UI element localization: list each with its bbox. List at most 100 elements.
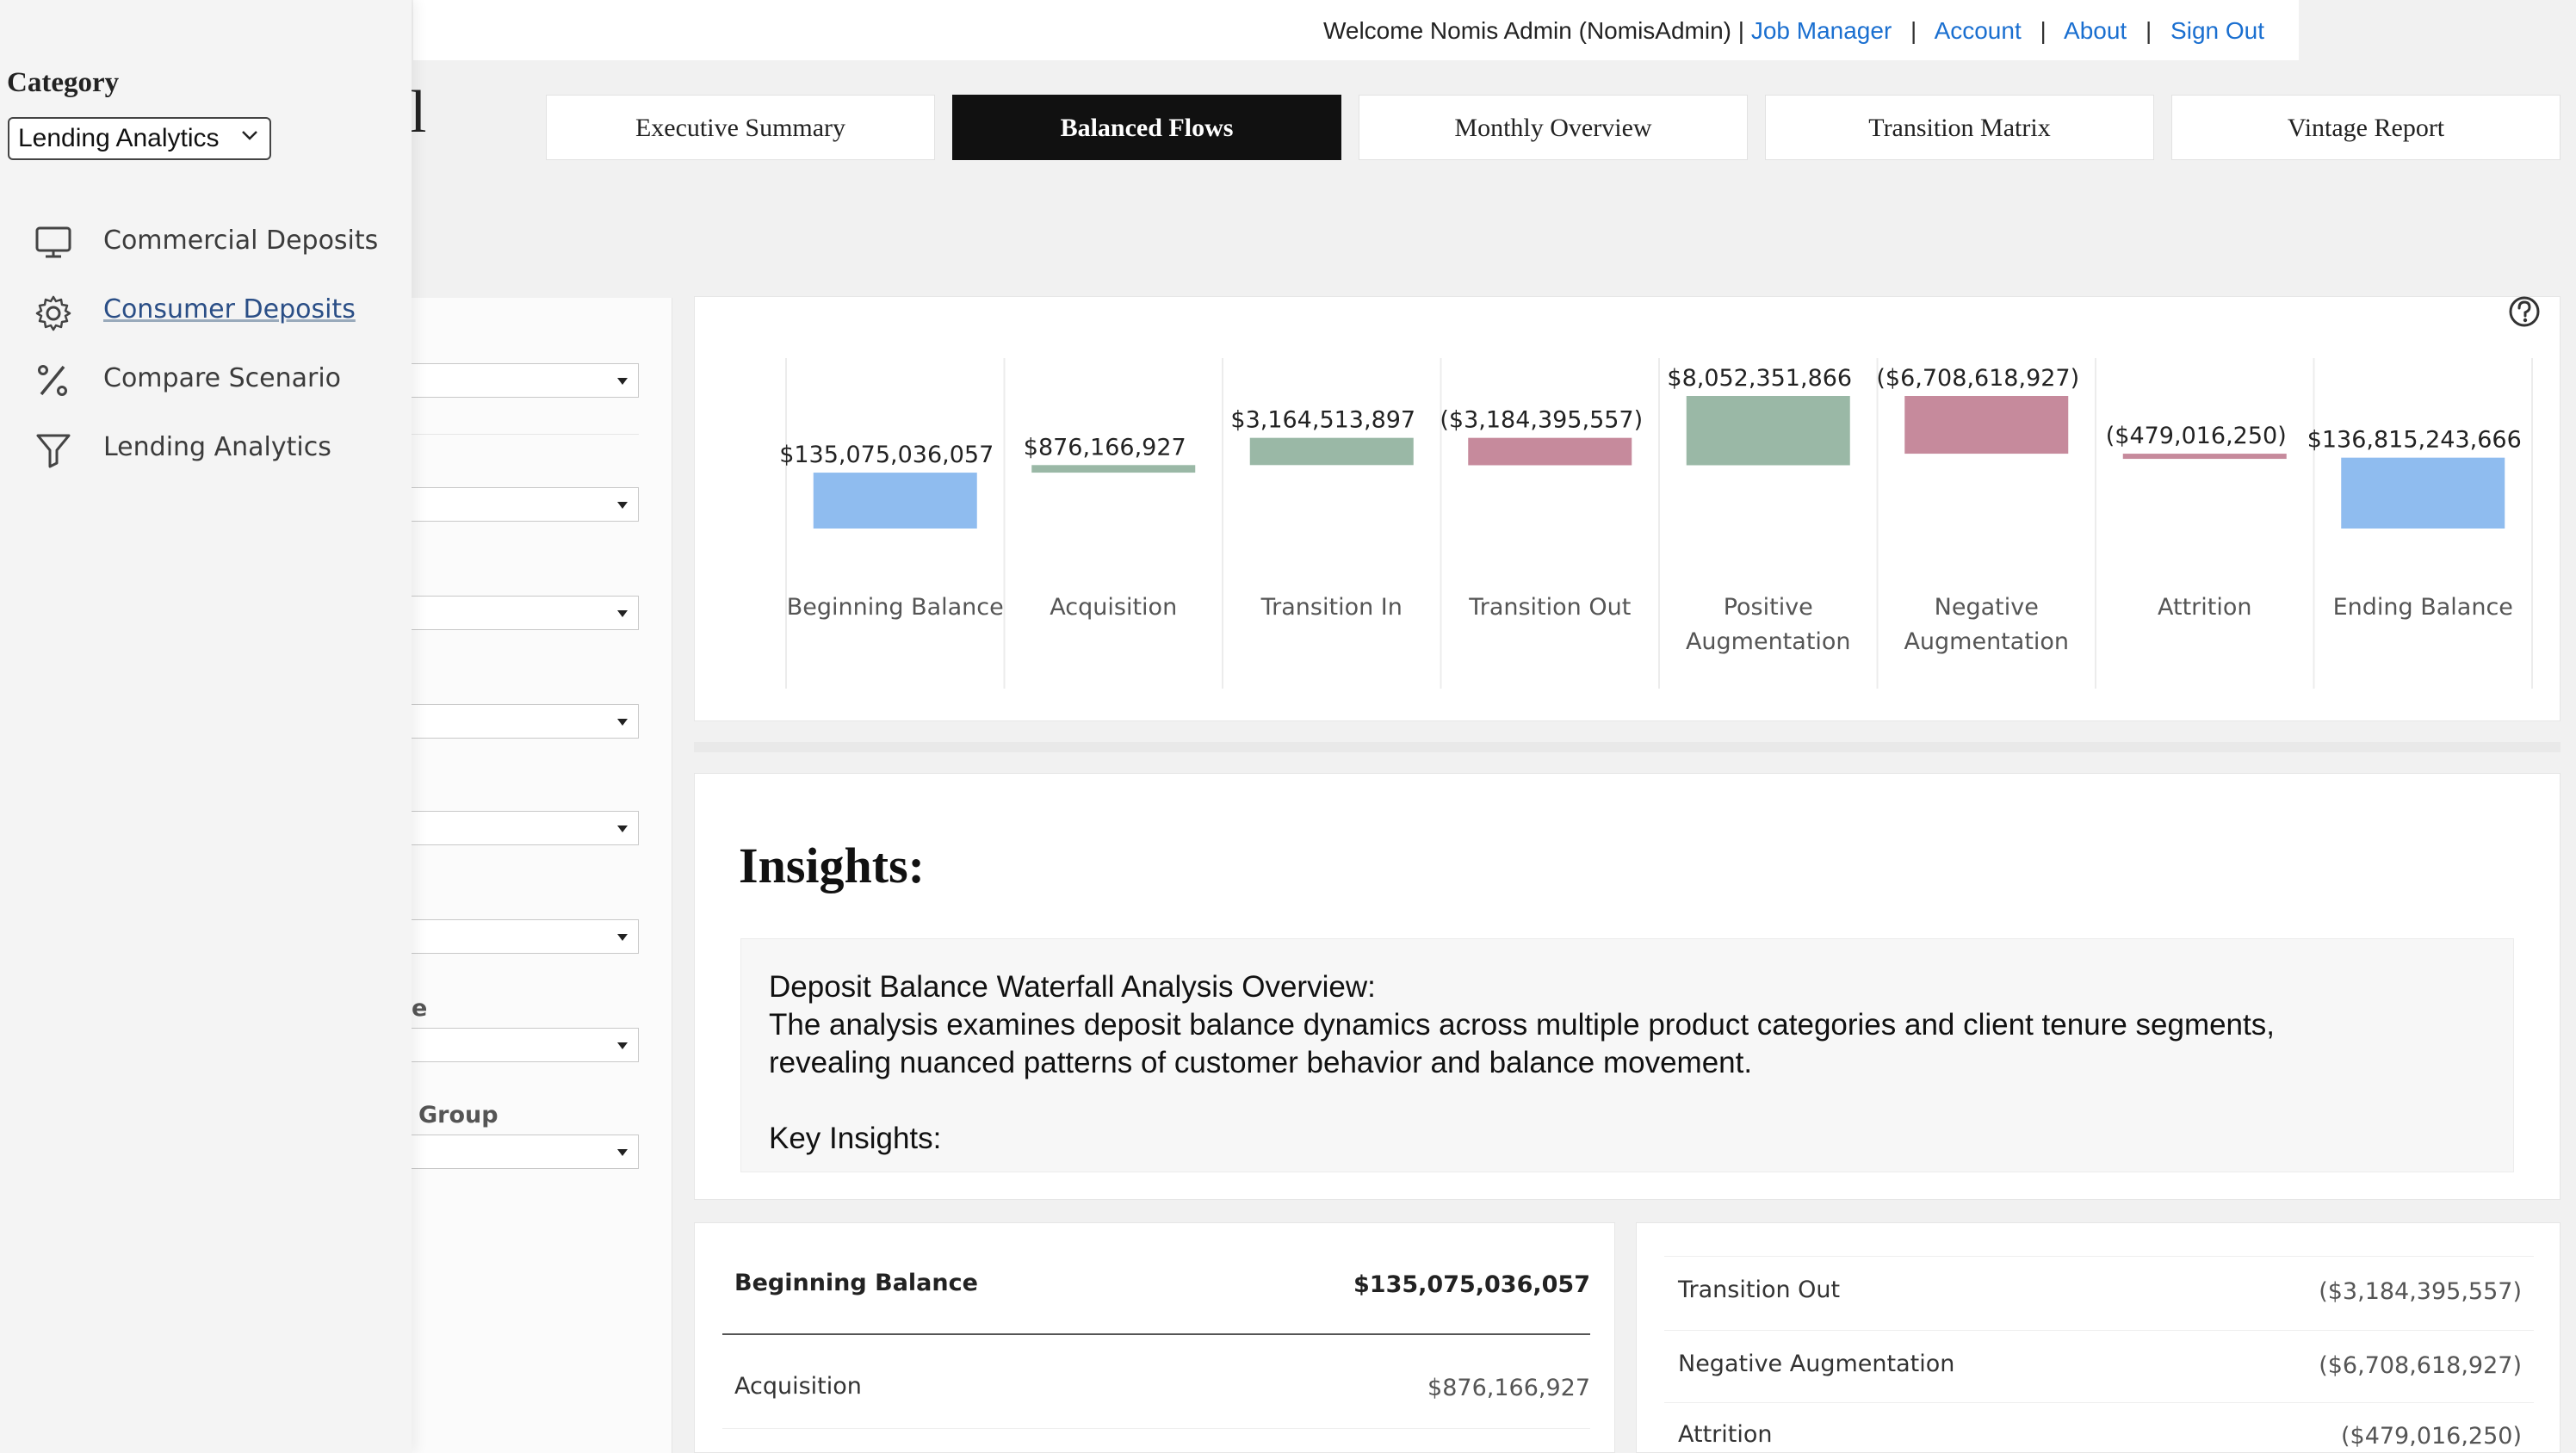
chart-bar	[1904, 396, 2068, 454]
insights-heading: Deposit Balance Waterfall Analysis Overv…	[769, 970, 1376, 1005]
table-row-label: Negative Augmentation	[1678, 1351, 1954, 1377]
sidebar-item-label: Commercial Deposits	[103, 226, 378, 256]
filter-panel	[412, 298, 672, 1453]
sidebar: Category Lending Analytics Commercial De…	[0, 0, 412, 1453]
chart-bar	[1687, 396, 1850, 466]
gear-icon	[34, 294, 72, 332]
chart-data-label: $876,166,927	[1024, 434, 1186, 461]
sign-out-link[interactable]: Sign Out	[2170, 17, 2264, 44]
tab-transition-matrix[interactable]: Transition Matrix	[1765, 95, 2154, 160]
insights-title: Insights:	[739, 837, 925, 894]
filter-icon	[34, 432, 72, 468]
chart-data-label: $135,075,036,057	[779, 442, 994, 468]
chart-bar	[2341, 458, 2505, 529]
table-row-value: $876,166,927	[1427, 1375, 1590, 1401]
filter-select[interactable]	[412, 704, 639, 739]
table-divider	[1664, 1402, 2534, 1403]
filter-select[interactable]	[412, 363, 639, 398]
category-label: Category	[7, 67, 119, 99]
dropdown-arrow-icon	[617, 934, 628, 941]
welcome-text: Welcome Nomis Admin (NomisAdmin) |	[1323, 17, 1744, 44]
filter-select[interactable]	[412, 919, 639, 954]
insights-paragraph-line-1: The analysis examines deposit balance dy…	[769, 1008, 2275, 1042]
chart-bar	[1031, 465, 1195, 473]
percent-icon	[34, 363, 72, 398]
table-divider	[1664, 1330, 2534, 1331]
job-manager-link[interactable]: Job Manager	[1751, 17, 1892, 44]
sidebar-item-label: Consumer Deposits	[103, 294, 356, 325]
sidebar-item-compare-scenario[interactable]: Compare Scenario	[34, 358, 396, 401]
chart-category-label: Beginning Balance	[787, 594, 1004, 621]
dropdown-arrow-icon	[617, 502, 628, 509]
filter-select[interactable]	[412, 487, 639, 522]
table-row-label: Beginning Balance	[734, 1270, 978, 1296]
tab-monthly-overview[interactable]: Monthly Overview	[1359, 95, 1748, 160]
chart-bar	[814, 473, 977, 529]
key-insights-heading: Key Insights:	[769, 1122, 941, 1156]
dropdown-arrow-icon	[617, 378, 628, 385]
table-row-value: $135,075,036,057	[1353, 1271, 1590, 1298]
dropdown-arrow-icon	[617, 610, 628, 617]
chart-bar	[1250, 438, 1414, 466]
insights-text-box[interactable]: Deposit Balance Waterfall Analysis Overv…	[740, 938, 2514, 1172]
chart-data-label: $8,052,351,866	[1667, 365, 1852, 392]
sidebar-item-label: Lending Analytics	[103, 432, 331, 462]
top-bar: Welcome Nomis Admin (NomisAdmin) | Job M…	[413, 0, 2299, 60]
chart-category-label: Augmentation	[1904, 628, 2069, 655]
filter-label-group: Group	[418, 1102, 498, 1128]
tab-vintage-report[interactable]: Vintage Report	[2171, 95, 2561, 160]
chevron-down-icon	[238, 124, 261, 146]
chart-category-label: Ending Balance	[2333, 594, 2513, 621]
table-row-label: Attrition	[1678, 1421, 1773, 1448]
summary-table-right: Transition Out ($3,184,395,557) Negative…	[1636, 1222, 2561, 1453]
chart-category-label: Attrition	[2158, 594, 2252, 621]
dropdown-arrow-icon	[617, 719, 628, 726]
about-link[interactable]: About	[2064, 17, 2127, 44]
divider	[412, 434, 639, 435]
table-row-value: ($479,016,250)	[2341, 1423, 2522, 1450]
category-select-value: Lending Analytics	[18, 124, 220, 152]
sidebar-item-consumer-deposits[interactable]: Consumer Deposits	[34, 289, 396, 332]
filter-select[interactable]	[412, 811, 639, 845]
chart-data-label: ($6,708,618,927)	[1876, 365, 2079, 392]
filter-select[interactable]	[412, 1028, 639, 1062]
table-divider	[722, 1428, 1590, 1429]
chart-category-label: Augmentation	[1686, 628, 1851, 655]
separator: |	[2146, 17, 2152, 44]
category-select[interactable]: Lending Analytics	[8, 117, 271, 160]
logo-fragment: l	[410, 83, 426, 143]
monitor-icon	[34, 226, 72, 260]
waterfall-chart: $135,075,036,057 Beginning Balance $876,16…	[694, 296, 2561, 721]
separator: |	[1910, 17, 1917, 44]
insights-paragraph-line-2: revealing nuanced patterns of customer b…	[769, 1046, 1752, 1080]
filter-select[interactable]	[412, 596, 639, 630]
chart-data-label: $136,815,243,666	[2307, 427, 2522, 454]
chart-bar	[1468, 438, 1632, 466]
table-divider	[722, 1333, 1590, 1335]
chart-data-label: ($3,184,395,557)	[1440, 407, 1643, 434]
sidebar-item-commercial-deposits[interactable]: Commercial Deposits	[34, 220, 396, 263]
dropdown-arrow-icon	[617, 1042, 628, 1049]
table-row-label: Acquisition	[734, 1373, 862, 1400]
chart-category-label: Transition Out	[1468, 594, 1631, 621]
filter-select[interactable]	[412, 1135, 639, 1169]
sidebar-item-lending-analytics[interactable]: Lending Analytics	[34, 427, 396, 470]
tab-balanced-flows[interactable]: Balanced Flows	[952, 95, 1341, 160]
table-divider	[1664, 1256, 2534, 1257]
help-icon[interactable]	[2507, 294, 2542, 329]
dropdown-arrow-icon	[617, 1149, 628, 1156]
chart-bar	[2123, 454, 2287, 459]
summary-table-left: Beginning Balance $135,075,036,057 Acqui…	[694, 1222, 1615, 1453]
table-row-value: ($3,184,395,557)	[2319, 1278, 2522, 1305]
separator: |	[2040, 17, 2047, 44]
chart-category-label: Acquisition	[1050, 594, 1177, 621]
chart-category-label: Transition In	[1260, 594, 1403, 621]
chart-category-label: Negative	[1935, 594, 2039, 621]
table-row-label: Transition Out	[1678, 1277, 1840, 1303]
chart-data-label: $3,164,513,897	[1230, 407, 1415, 434]
filter-label-partial: e	[412, 995, 427, 1022]
account-link[interactable]: Account	[1935, 17, 2022, 44]
chart-data-label: ($479,016,250)	[2106, 423, 2287, 449]
chart-category-label: Positive	[1724, 594, 1813, 621]
tab-executive-summary[interactable]: Executive Summary	[546, 95, 935, 160]
